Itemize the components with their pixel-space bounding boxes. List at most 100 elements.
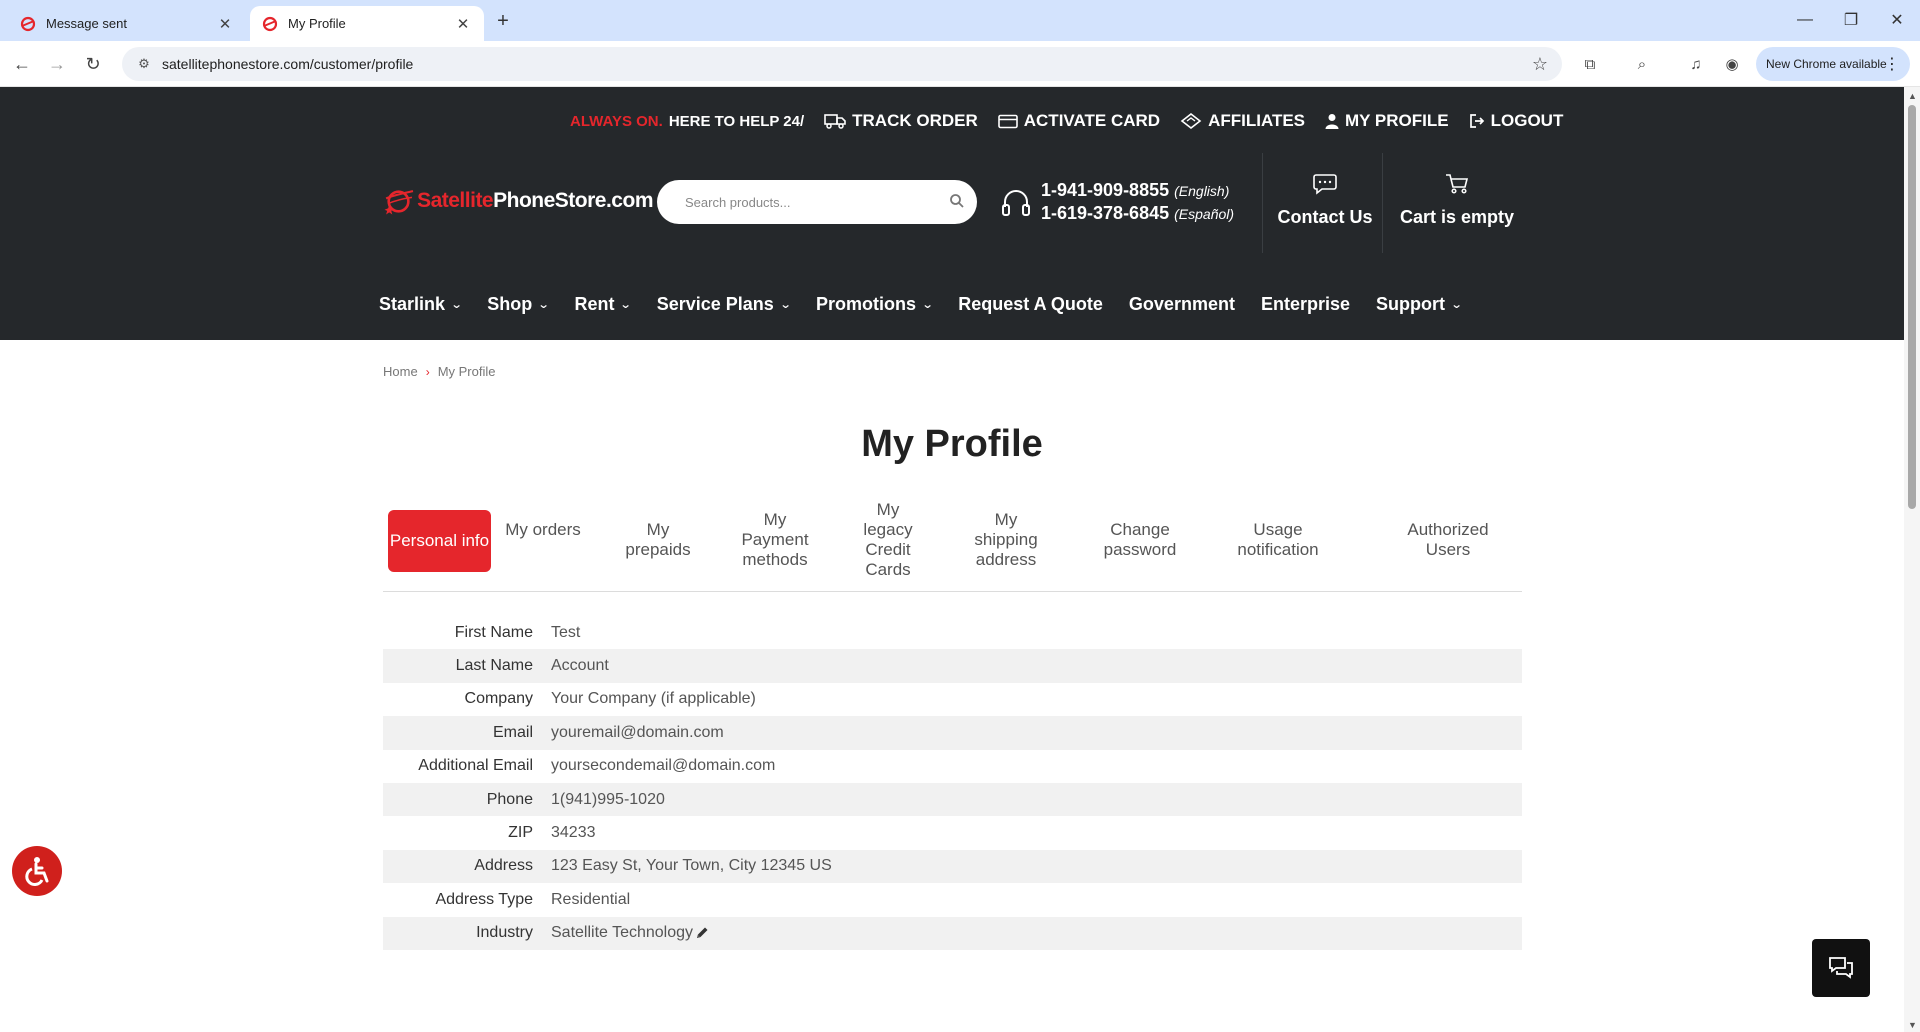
- site-favicon-icon: [262, 16, 278, 31]
- browser-tab-message-sent[interactable]: Message sent ✕: [8, 6, 246, 41]
- cart-label: Cart is empty: [1399, 207, 1515, 227]
- minimize-window-icon[interactable]: —: [1790, 8, 1820, 32]
- tab-my-orders[interactable]: My orders: [493, 520, 593, 540]
- scrollbar-thumb[interactable]: [1908, 105, 1916, 509]
- cart-button[interactable]: Cart is empty: [1392, 173, 1522, 228]
- tab-my-shipping-address[interactable]: My shipping address: [966, 510, 1046, 570]
- affiliates-link[interactable]: AFFILIATES: [1180, 111, 1305, 131]
- info-row-first-name: First Name Test: [383, 616, 1522, 649]
- reload-icon[interactable]: ↻: [80, 51, 106, 77]
- shopping-cart-icon: [1446, 174, 1469, 194]
- info-label: Company: [464, 690, 533, 708]
- nav-item-service-plans[interactable]: Service Plans ⌄: [657, 294, 792, 315]
- browser-toolbar: ← → ↻ ⚙ satellitephonestore.com/customer…: [0, 41, 1920, 87]
- browser-tab-my-profile[interactable]: My Profile ✕: [250, 6, 484, 41]
- info-label: Address: [474, 857, 533, 875]
- contact-us-button[interactable]: Contact Us: [1271, 173, 1379, 228]
- tab-usage-notification[interactable]: Usage notification: [1223, 520, 1333, 560]
- info-label: Phone: [486, 790, 533, 808]
- info-value: 34233: [551, 824, 596, 842]
- logout-label: LOGOUT: [1490, 111, 1564, 130]
- scroll-up-arrow-icon[interactable]: ▲: [1908, 91, 1917, 101]
- edit-pencil-icon[interactable]: [695, 926, 709, 940]
- track-order-link[interactable]: TRACK ORDER: [824, 111, 978, 131]
- breadcrumb: Home › My Profile: [383, 364, 495, 379]
- bookmark-star-icon[interactable]: ☆: [1532, 54, 1548, 75]
- my-profile-link[interactable]: MY PROFILE: [1325, 111, 1449, 131]
- tab-my-legacy-credit-cards[interactable]: My legacy Credit Cards: [858, 500, 918, 580]
- nav-item-support[interactable]: Support ⌄: [1376, 294, 1463, 315]
- info-label: First Name: [454, 623, 533, 641]
- user-icon: [1325, 114, 1339, 129]
- nav-label: Shop: [487, 293, 533, 314]
- nav-item-promotions[interactable]: Promotions ⌄: [816, 294, 934, 315]
- info-label: Email: [492, 723, 533, 741]
- phone-lang-spanish: (Español): [1174, 206, 1235, 222]
- tab-authorized-users[interactable]: Authorized Users: [1403, 520, 1493, 560]
- nav-item-shop[interactable]: Shop ⌄: [487, 293, 550, 315]
- site-settings-icon[interactable]: ⚙: [128, 56, 160, 72]
- scroll-down-arrow-icon[interactable]: ▼: [1908, 1020, 1917, 1030]
- nav-item-request-a-quote[interactable]: Request A Quote: [958, 294, 1103, 315]
- info-value: yoursecondemail@domain.com: [551, 757, 776, 775]
- search-icon[interactable]: [949, 193, 965, 209]
- chevron-down-icon: ⌄: [921, 298, 934, 311]
- nav-item-government[interactable]: Government: [1129, 294, 1235, 315]
- tab-personal-info[interactable]: Personal info: [388, 510, 491, 572]
- breadcrumb-home-link[interactable]: Home: [383, 364, 418, 379]
- forward-arrow-icon[interactable]: →: [44, 51, 70, 77]
- accessibility-button[interactable]: [12, 846, 62, 896]
- phone-spanish[interactable]: 1-619-378-6845 (Español): [1041, 203, 1234, 224]
- tab-search-icon[interactable]: ⌕: [1630, 53, 1654, 75]
- nav-item-rent[interactable]: Rent ⌄: [574, 294, 632, 315]
- close-tab-icon[interactable]: ✕: [454, 15, 472, 33]
- address-bar[interactable]: ⚙ satellitephonestore.com/customer/profi…: [122, 47, 1562, 81]
- info-value: Residential: [551, 890, 631, 908]
- truck-icon: [824, 114, 846, 129]
- info-row-additional-email: Additional Email yoursecondemail@domain.c…: [383, 750, 1522, 783]
- media-controls-icon[interactable]: ♫: [1684, 53, 1708, 75]
- nav-label: Enterprise: [1260, 293, 1350, 314]
- profile-avatar-icon[interactable]: ◉: [1720, 53, 1744, 75]
- chat-icon: [1829, 957, 1853, 979]
- activate-card-link[interactable]: ACTIVATE CARD: [997, 111, 1160, 131]
- live-chat-button[interactable]: [1812, 939, 1870, 997]
- back-arrow-icon[interactable]: ←: [9, 51, 35, 77]
- tab-my-payment-methods[interactable]: My Payment methods: [730, 510, 820, 570]
- logout-link[interactable]: LOGOUT: [1469, 111, 1564, 131]
- info-row-address: Address 123 Easy St, Your Town, City 1234…: [383, 849, 1522, 884]
- close-tab-icon[interactable]: ✕: [216, 15, 234, 33]
- header-divider: [1262, 153, 1263, 253]
- extensions-icon[interactable]: ⧉: [1578, 53, 1602, 75]
- satellite-logo-icon: [384, 190, 414, 215]
- nav-item-enterprise[interactable]: Enterprise: [1261, 294, 1350, 315]
- contact-us-label: Contact Us: [1277, 207, 1373, 227]
- search-input[interactable]: [685, 194, 935, 210]
- info-value: 1(941)995-1020: [551, 790, 665, 808]
- browser-menu-icon[interactable]: ⋮: [1884, 54, 1900, 74]
- phone-english[interactable]: 1-941-909-8855 (English): [1041, 180, 1229, 201]
- site-logo[interactable]: SatellitePhoneStore.com: [383, 172, 653, 230]
- site-header: ALWAYS ON. HERE TO HELP 24/ TRACK ORDER …: [0, 87, 1904, 340]
- nav-label: Government: [1128, 293, 1235, 314]
- new-tab-button[interactable]: +: [492, 10, 514, 32]
- affiliates-label: AFFILIATES: [1208, 111, 1306, 130]
- new-chrome-available-button[interactable]: New Chrome available ⋮: [1756, 47, 1910, 81]
- support-phones: 1-941-909-8855 (English) 1-619-378-6845 …: [1000, 180, 1260, 230]
- tab-my-prepaids[interactable]: My prepaids: [613, 520, 703, 560]
- info-label: Additional Email: [418, 757, 533, 775]
- info-row-phone: Phone 1(941)995-1020: [383, 782, 1522, 817]
- info-row-industry: Industry Satellite Technology: [383, 916, 1522, 950]
- restore-window-icon[interactable]: ❐: [1836, 8, 1866, 32]
- headset-icon: [1002, 190, 1030, 216]
- logo-word-satellite: Satellite: [417, 189, 494, 212]
- info-label: Industry: [476, 924, 533, 942]
- tab-change-password[interactable]: Change password: [1095, 520, 1185, 560]
- close-window-icon[interactable]: ✕: [1882, 8, 1912, 32]
- nav-item-starlink[interactable]: Starlink ⌄: [379, 294, 463, 315]
- page-title: My Profile: [861, 423, 1043, 465]
- handshake-icon: [1180, 113, 1202, 129]
- phone-number-spanish: 1-619-378-6845: [1041, 203, 1170, 223]
- page-scrollbar[interactable]: ▲ ▼: [1904, 87, 1920, 1032]
- browser-tab-strip: Message sent ✕ My Profile ✕ + — ❐ ✕: [0, 0, 1920, 41]
